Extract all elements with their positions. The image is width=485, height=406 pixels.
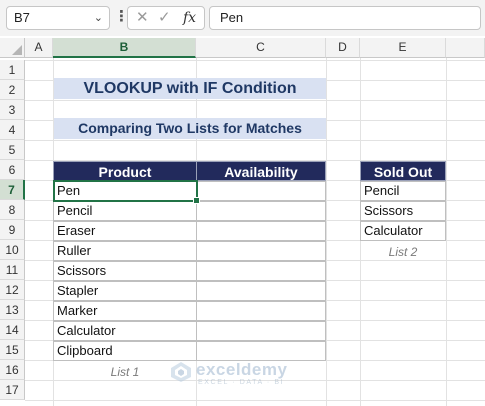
row-header-2[interactable]: 2 bbox=[0, 80, 25, 100]
row-header-17[interactable]: 17 bbox=[0, 380, 25, 400]
name-box[interactable]: B7 ⌄ bbox=[6, 6, 110, 30]
cancel-icon[interactable]: ✕ bbox=[136, 7, 149, 29]
availability-cell[interactable] bbox=[196, 281, 326, 301]
more-options-icon[interactable]: ⋮ bbox=[114, 6, 129, 30]
gridline-horizontal bbox=[25, 140, 485, 141]
row-header-12[interactable]: 12 bbox=[0, 280, 25, 300]
chevron-down-icon[interactable]: ⌄ bbox=[94, 7, 103, 29]
watermark-name: exceldemy bbox=[196, 360, 288, 379]
row-header-11[interactable]: 11 bbox=[0, 260, 25, 280]
availability-cell[interactable] bbox=[196, 181, 326, 201]
list2-caption: List 2 bbox=[388, 245, 418, 259]
enter-icon[interactable]: ✓ bbox=[158, 7, 171, 29]
sold-out-cell[interactable]: Pencil bbox=[360, 181, 446, 201]
column-header-a[interactable]: A bbox=[25, 38, 53, 58]
row-header-5[interactable]: 5 bbox=[0, 140, 25, 160]
availability-cell[interactable] bbox=[196, 201, 326, 221]
row-header-4[interactable]: 4 bbox=[0, 120, 25, 140]
watermark-tagline: EXCEL · DATA · BI bbox=[198, 379, 285, 386]
sold-out-cell[interactable]: Calculator bbox=[360, 221, 446, 241]
formula-input[interactable]: Pen bbox=[209, 6, 481, 30]
row-header-15[interactable]: 15 bbox=[0, 340, 25, 360]
product-cell[interactable]: Marker bbox=[53, 301, 197, 321]
active-cell-selection[interactable] bbox=[53, 180, 200, 204]
product-cell[interactable]: Scissors bbox=[53, 261, 197, 281]
availability-cell[interactable] bbox=[196, 301, 326, 321]
exceldemy-logo-icon bbox=[171, 362, 191, 382]
row-header-16[interactable]: 16 bbox=[0, 360, 25, 380]
column-header-d[interactable]: D bbox=[326, 38, 360, 58]
exceldemy-watermark: exceldemy EXCEL · DATA · BI bbox=[170, 358, 320, 388]
row-header-1[interactable]: 1 bbox=[0, 60, 25, 80]
availability-cell[interactable] bbox=[196, 241, 326, 261]
availability-cell[interactable] bbox=[196, 261, 326, 281]
product-cell[interactable]: Calculator bbox=[53, 321, 197, 341]
row-header-10[interactable]: 10 bbox=[0, 240, 25, 260]
column-header-e[interactable]: E bbox=[360, 38, 446, 58]
product-cell[interactable]: Pencil bbox=[53, 201, 197, 221]
insert-function-icon[interactable]: fx bbox=[183, 7, 196, 29]
sold-out-header[interactable]: Sold Out bbox=[360, 161, 446, 181]
column-header-b[interactable]: B bbox=[53, 38, 196, 58]
product-header[interactable]: Product bbox=[53, 161, 197, 181]
product-cell[interactable]: Ruller bbox=[53, 241, 197, 261]
row-header-7[interactable]: 7 bbox=[0, 180, 25, 200]
formula-tools: ✕ ✓ fx bbox=[127, 6, 205, 30]
product-cell[interactable]: Stapler bbox=[53, 281, 197, 301]
sheet-subtitle[interactable]: Comparing Two Lists for Matches bbox=[54, 118, 326, 139]
row-header-6[interactable]: 6 bbox=[0, 160, 25, 180]
availability-header[interactable]: Availability bbox=[196, 161, 326, 181]
row-header-14[interactable]: 14 bbox=[0, 320, 25, 340]
gridline-horizontal bbox=[25, 400, 485, 401]
sold-out-cell[interactable]: Scissors bbox=[360, 201, 446, 221]
select-all-button[interactable] bbox=[0, 38, 25, 58]
row-header-3[interactable]: 3 bbox=[0, 100, 25, 120]
name-box-value: B7 bbox=[14, 10, 30, 25]
availability-cell[interactable] bbox=[196, 221, 326, 241]
row-header-13[interactable]: 13 bbox=[0, 300, 25, 320]
gridline-horizontal bbox=[25, 60, 485, 61]
availability-cell[interactable] bbox=[196, 321, 326, 341]
column-header-f[interactable] bbox=[446, 38, 485, 58]
sheet-title[interactable]: VLOOKUP with IF Condition bbox=[54, 78, 326, 99]
row-header-8[interactable]: 8 bbox=[0, 200, 25, 220]
column-header-c[interactable]: C bbox=[196, 38, 326, 58]
product-cell[interactable]: Eraser bbox=[53, 221, 197, 241]
formula-bar: B7 ⌄ ⋮ ✕ ✓ fx Pen bbox=[0, 0, 485, 36]
gridline-vertical bbox=[326, 58, 327, 406]
row-header-9[interactable]: 9 bbox=[0, 220, 25, 240]
gridline-vertical bbox=[446, 58, 447, 406]
gridline-horizontal bbox=[25, 100, 485, 101]
